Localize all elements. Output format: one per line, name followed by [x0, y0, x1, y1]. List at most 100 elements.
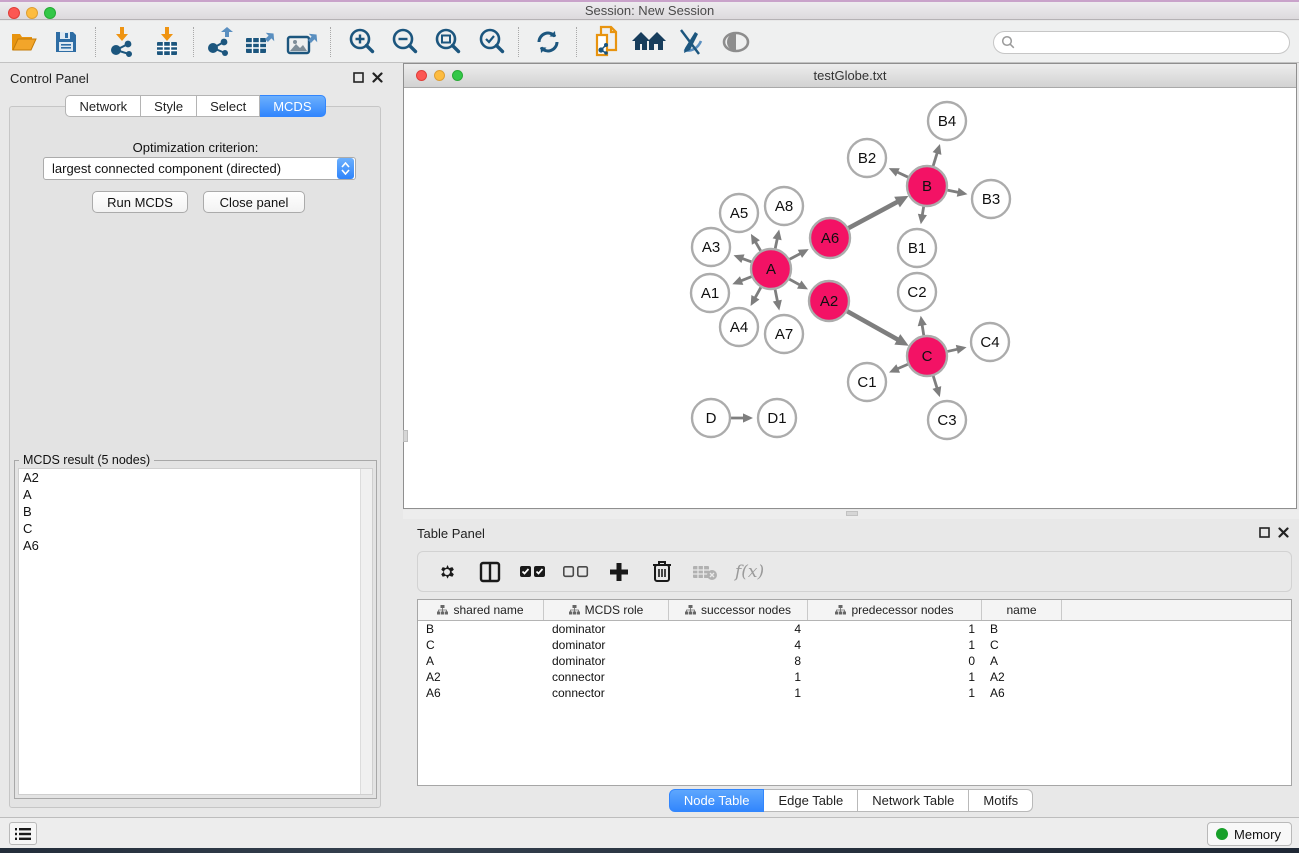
table-cell: 8 [669, 654, 808, 668]
toolbar-separator [95, 27, 96, 57]
show-hide-eye-icon[interactable] [720, 27, 752, 57]
network-canvas[interactable]: B4B2BB3A5A8A6A3B1AA1C2A2A4A7C4CC1C3DD1 [404, 89, 1296, 508]
mcds-result-title: MCDS result (5 nodes) [19, 453, 154, 467]
result-list-scrollbar[interactable] [360, 469, 372, 794]
column-header-name[interactable]: name [982, 600, 1062, 620]
memory-button[interactable]: Memory [1207, 822, 1292, 846]
table-cell: 1 [808, 622, 982, 636]
graph-node-label: C1 [857, 374, 876, 391]
search-input[interactable] [1016, 34, 1289, 52]
import-table-icon[interactable] [151, 27, 183, 57]
mcds-result-item[interactable]: C [19, 520, 372, 537]
graph-node-label: A4 [730, 319, 748, 336]
horizontal-split-divider[interactable] [403, 510, 1299, 519]
edge-A2-C[interactable] [844, 309, 899, 340]
mac-titlebar: Session: New Session [0, 0, 1299, 20]
table-cell: A [982, 654, 1062, 668]
column-hierarchy-icon [835, 605, 846, 615]
float-panel-icon[interactable] [353, 72, 364, 83]
close-table-panel-icon[interactable] [1278, 527, 1289, 538]
export-table-icon[interactable] [244, 27, 276, 57]
table-cell: A [418, 654, 544, 668]
column-header-predecessor-nodes[interactable]: predecessor nodes [808, 600, 982, 620]
network-graph[interactable]: B4B2BB3A5A8A6A3B1AA1C2A2A4A7C4CC1C3DD1 [404, 89, 1296, 508]
edge-arrowhead [773, 230, 782, 241]
task-history-list-icon[interactable] [9, 822, 37, 845]
graph-node-label: B1 [908, 240, 926, 257]
new-network-from-selection-icon[interactable] [592, 27, 624, 57]
criterion-select[interactable]: largest connected component (directed) [43, 157, 356, 180]
table-tab-network-table[interactable]: Network Table [858, 789, 969, 812]
open-file-icon[interactable] [8, 27, 40, 57]
export-image-icon[interactable] [286, 27, 318, 57]
table-panel-tabs: Node TableEdge TableNetwork TableMotifs [403, 789, 1299, 812]
table-cell: dominator [544, 638, 669, 652]
home-icon[interactable] [630, 27, 668, 57]
table-tab-edge-table[interactable]: Edge Table [764, 789, 858, 812]
table-row[interactable]: A2connector11A2 [418, 669, 1291, 685]
select-all-icon[interactable] [520, 559, 546, 585]
float-table-panel-icon[interactable] [1259, 527, 1270, 538]
export-network-icon[interactable] [204, 27, 236, 57]
table-cell: A6 [418, 686, 544, 700]
edge-arrowhead [743, 413, 753, 422]
table-tab-node-table[interactable]: Node Table [669, 789, 765, 812]
import-network-icon[interactable] [106, 27, 138, 57]
edge-arrowhead [956, 345, 967, 354]
hide-graphics-details-icon[interactable] [674, 27, 706, 57]
table-row[interactable]: Cdominator41C [418, 637, 1291, 653]
control-tab-style[interactable]: Style [141, 95, 197, 117]
table-cell: B [418, 622, 544, 636]
network-view-window: testGlobe.txt B4B2BB3A5A8A6A3B1AA1C2A2A4… [403, 63, 1297, 509]
column-header-MCDS-role[interactable]: MCDS role [544, 600, 669, 620]
column-hierarchy-icon [685, 605, 696, 615]
search-box[interactable] [993, 31, 1290, 54]
save-session-icon[interactable] [50, 27, 82, 57]
node-table[interactable]: shared nameMCDS rolesuccessor nodesprede… [417, 599, 1292, 786]
edge-arrowhead [918, 316, 927, 327]
table-cell: B [982, 622, 1062, 636]
deselect-all-icon[interactable] [563, 559, 589, 585]
zoom-in-icon[interactable] [346, 27, 378, 57]
table-cell: C [418, 638, 544, 652]
mcds-result-item[interactable]: A6 [19, 537, 372, 554]
zoom-fit-icon[interactable] [432, 27, 464, 57]
search-icon [1001, 35, 1016, 50]
graph-node-label: A8 [775, 198, 793, 215]
zoom-selected-icon[interactable] [476, 27, 508, 57]
column-hierarchy-icon [569, 605, 580, 615]
table-panel: Table Panel f(x) shared nameMCDS rolesuc… [403, 519, 1299, 817]
table-cell: 1 [669, 686, 808, 700]
zoom-out-icon[interactable] [389, 27, 421, 57]
vertical-split-handle[interactable] [403, 430, 408, 442]
close-panel-button[interactable]: Close panel [203, 191, 305, 213]
column-header-shared-name[interactable]: shared name [418, 600, 544, 620]
run-mcds-button[interactable]: Run MCDS [92, 191, 188, 213]
mcds-result-item[interactable]: B [19, 503, 372, 520]
delete-column-trash-icon[interactable] [649, 559, 675, 585]
graph-node-label: C2 [907, 284, 926, 301]
mcds-result-item[interactable]: A [19, 486, 372, 503]
table-row[interactable]: Bdominator41B [418, 621, 1291, 637]
control-tab-mcds[interactable]: MCDS [260, 95, 325, 117]
control-panel-title: Control Panel [10, 71, 89, 86]
table-row[interactable]: Adominator80A [418, 653, 1291, 669]
add-column-plus-icon[interactable] [606, 559, 632, 585]
divider-grip[interactable] [846, 511, 858, 516]
graph-node-label: C3 [937, 412, 956, 429]
edge-A6-B[interactable] [845, 201, 899, 230]
mcds-result-item[interactable]: A2 [19, 469, 372, 486]
network-window-titlebar[interactable]: testGlobe.txt [404, 64, 1296, 88]
table-row[interactable]: A6connector11A6 [418, 685, 1291, 701]
mcds-result-list[interactable]: A2ABCA6 [18, 468, 373, 795]
control-tab-select[interactable]: Select [197, 95, 260, 117]
graph-node-label: A5 [730, 205, 748, 222]
table-tab-motifs[interactable]: Motifs [969, 789, 1033, 812]
column-layout-icon[interactable] [477, 559, 503, 585]
table-options-gear-icon[interactable] [434, 559, 460, 585]
table-cell: 1 [669, 670, 808, 684]
column-header-successor-nodes[interactable]: successor nodes [669, 600, 808, 620]
control-tab-network[interactable]: Network [65, 95, 141, 117]
apply-layout-refresh-icon[interactable] [532, 27, 564, 57]
close-panel-icon[interactable] [372, 72, 383, 83]
